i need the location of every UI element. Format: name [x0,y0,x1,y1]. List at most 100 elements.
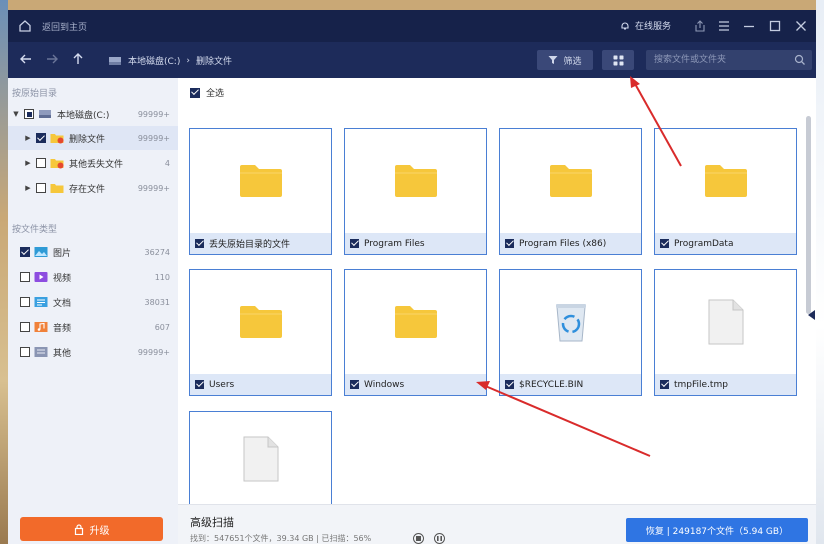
tree-item-other-lost-files[interactable]: ▶ 其他丢失文件 4 [8,151,178,175]
card-footer: Windows [345,374,486,395]
type-item-label: 音频 [53,323,72,334]
grid-view-icon [613,55,623,65]
tree-item-label: 删除文件 [69,134,106,145]
tree-item-existing-files[interactable]: ▶ 存在文件 99999+ [8,176,178,200]
menu-icon[interactable] [716,18,732,34]
type-item-audio[interactable]: 音频 607 [8,315,178,339]
type-item-label: 视频 [53,273,72,284]
file-card[interactable]: tmpFile.tmp [654,269,797,396]
grid-view-button[interactable] [602,50,634,70]
search-icon[interactable] [794,54,806,66]
home-icon[interactable] [18,19,32,33]
file-card[interactable]: 丢失原始目录的文件 [189,128,332,255]
checkbox[interactable] [36,183,46,193]
thumbnail [190,270,331,373]
file-grid-area: 全选 丢失原始目录的文件 Program Files Program Files… [178,78,816,504]
tree-item-count: 99999+ [137,109,170,119]
type-item-documents[interactable]: 文档 38031 [8,290,178,314]
minimize-icon[interactable] [741,18,757,34]
expand-right-icon[interactable]: ▶ [24,159,32,167]
select-all[interactable]: 全选 [190,86,224,99]
folder-icon [394,164,437,197]
file-card[interactable]: Program Files [344,128,487,255]
scrollbar[interactable] [806,116,811,314]
share-icon[interactable] [692,18,708,34]
checkbox[interactable] [20,322,30,332]
thumbnail [345,129,486,232]
search-input[interactable] [654,53,794,67]
expand-right-icon[interactable]: ▶ [24,134,32,142]
checkbox[interactable] [20,272,30,282]
checkbox[interactable] [20,247,30,257]
file-name: ProgramData [674,238,734,249]
file-name: Windows [364,379,405,390]
thumbnail [655,270,796,373]
checkbox[interactable] [24,109,34,119]
checkbox[interactable] [505,380,514,389]
checkbox[interactable] [660,239,669,248]
file-name: tmpFile.tmp [674,379,728,390]
file-card[interactable]: Users [189,269,332,396]
navigation-bar: 本地磁盘(C:) › 删除文件 筛选 [8,42,816,78]
type-item-count: 38031 [144,297,170,307]
type-item-count: 36274 [144,247,170,257]
checkbox[interactable] [350,380,359,389]
folder-icon [239,305,282,338]
checkbox[interactable] [20,297,30,307]
collapse-panel-icon[interactable] [808,310,815,320]
folder-icon [50,184,64,193]
forward-arrow-icon[interactable] [44,52,60,68]
file-card[interactable]: $RECYCLE.BIN [499,269,642,396]
breadcrumb: 本地磁盘(C:) › 删除文件 [108,54,232,67]
filter-button[interactable]: 筛选 [537,50,593,70]
checkbox[interactable] [505,239,514,248]
stop-scan-button[interactable] [413,533,424,544]
up-arrow-icon[interactable] [70,52,86,68]
section-file-type: 按文件类型 [12,225,58,235]
file-card[interactable] [189,411,332,504]
recover-button[interactable]: 恢复 | 249187个文件（5.94 GB） [626,518,808,542]
video-icon [34,272,48,282]
file-name: Users [209,379,235,390]
expand-right-icon[interactable]: ▶ [24,184,32,192]
file-name: $RECYCLE.BIN [519,379,584,390]
select-all-checkbox[interactable] [190,87,200,98]
type-item-count: 110 [154,272,170,282]
type-item-videos[interactable]: 视频 110 [8,265,178,289]
maximize-icon[interactable] [767,18,783,34]
checkbox[interactable] [195,239,204,248]
checkbox[interactable] [20,347,30,357]
file-card[interactable]: Windows [344,269,487,396]
checkbox[interactable] [36,133,46,143]
checkbox[interactable] [36,158,46,168]
back-to-home-link[interactable]: 返回到主页 [42,20,87,33]
type-item-other[interactable]: 其他 99999+ [8,340,178,364]
tree-item-count: 4 [164,158,170,168]
thumbnail [190,129,331,232]
other-files-icon [34,347,48,357]
tree-item-count: 99999+ [137,133,170,143]
back-arrow-icon[interactable] [18,52,34,68]
folder-icon [239,164,282,197]
checkbox[interactable] [660,380,669,389]
breadcrumb-folder[interactable]: 删除文件 [196,54,232,67]
checkbox[interactable] [195,380,204,389]
pause-icon [437,536,442,541]
online-service-button[interactable]: 在线服务 [620,19,671,32]
tree-item-local-disk[interactable]: ▼ 本地磁盘(C:) 99999+ [8,102,178,126]
type-item-images[interactable]: 图片 36274 [8,240,178,264]
breadcrumb-drive[interactable]: 本地磁盘(C:) [128,54,180,67]
audio-icon [34,322,48,332]
close-icon[interactable] [793,18,809,34]
tree-item-deleted-files[interactable]: ▶ 删除文件 99999+ [8,126,178,150]
file-card[interactable]: Program Files (x86) [499,128,642,255]
file-card[interactable]: ProgramData [654,128,797,255]
lock-icon [74,523,83,535]
pause-scan-button[interactable] [434,533,445,544]
filter-label: 筛选 [563,56,582,67]
type-item-label: 图片 [53,248,72,259]
checkbox[interactable] [350,239,359,248]
type-item-label: 其他 [53,348,72,359]
expand-down-icon[interactable]: ▼ [12,110,20,118]
upgrade-button[interactable]: 升级 [20,517,163,541]
